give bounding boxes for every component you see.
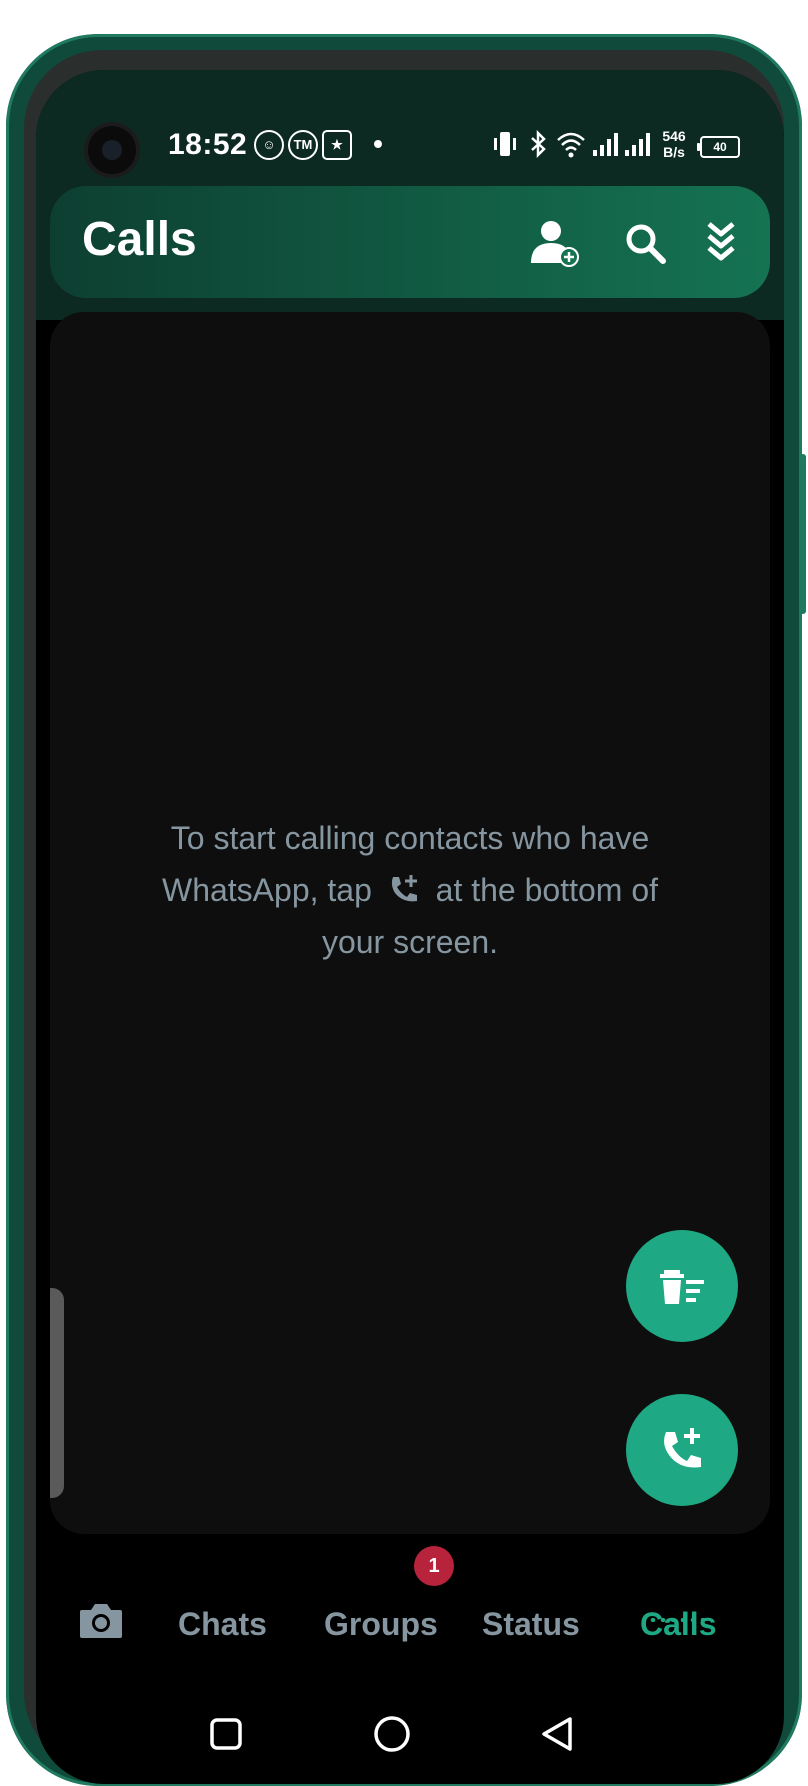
search-icon — [626, 224, 666, 264]
active-tab-indicator — [648, 1618, 708, 1622]
more-options-button[interactable] — [686, 208, 756, 278]
front-camera — [88, 126, 136, 174]
tab-status[interactable]: Status — [482, 1606, 580, 1643]
status-bar: 18:52 ☺ TM ★ 546 B/s 40 — [36, 70, 784, 174]
page-title: Calls — [82, 213, 197, 266]
camera-icon — [80, 1604, 122, 1638]
clear-call-log-button[interactable] — [626, 1230, 738, 1342]
groups-unread-badge: 1 — [414, 1546, 454, 1586]
camera-tab[interactable] — [78, 1600, 124, 1648]
signal-icon — [625, 133, 650, 156]
add-call-icon — [664, 1428, 701, 1468]
network-speed-value: 546 — [662, 128, 686, 144]
status-time: 18:52 — [168, 128, 248, 161]
new-call-button[interactable] — [626, 1394, 738, 1506]
star-app-icon: ★ — [322, 130, 352, 160]
tab-chats[interactable]: Chats — [178, 1606, 267, 1643]
tab-groups[interactable]: Groups — [324, 1606, 438, 1643]
system-navigation-bar — [36, 1684, 784, 1784]
bluetooth-icon — [531, 130, 546, 158]
delete-list-icon — [660, 1270, 704, 1304]
add-contact-button[interactable] — [520, 208, 590, 278]
empty-state-text-end: at the bottom of your screen. — [321, 872, 659, 960]
add-contact-icon — [531, 221, 579, 267]
home-button[interactable] — [372, 1714, 412, 1754]
phone-frame: 18:52 ☺ TM ★ 546 B/s 40 Calls To start c… — [6, 34, 806, 1786]
screen: 18:52 ☺ TM ★ 546 B/s 40 Calls To start c… — [36, 70, 784, 1784]
empty-state-message: To start calling contacts who have Whats… — [130, 812, 690, 968]
chevron-double-down-icon — [707, 222, 735, 261]
baby-face-icon: ☺ — [254, 130, 284, 160]
battery-indicator: 40 — [697, 136, 740, 158]
search-button[interactable] — [610, 208, 680, 278]
wifi-icon — [557, 132, 585, 158]
tab-calls[interactable]: Calls — [640, 1606, 716, 1643]
side-button — [800, 454, 806, 614]
more-notifications-dot — [374, 140, 382, 148]
vibrate-icon — [494, 132, 516, 156]
back-button[interactable] — [538, 1714, 578, 1754]
calls-list-area[interactable]: To start calling contacts who have Whats… — [50, 312, 770, 1534]
app-bar: Calls — [50, 186, 770, 298]
add-call-icon — [391, 875, 417, 902]
edge-panel-handle[interactable] — [50, 1288, 64, 1498]
bottom-navigation: Chats Groups Status Calls — [36, 1570, 784, 1680]
network-speed-unit: B/s — [663, 144, 685, 160]
tm-messenger-icon: TM — [288, 130, 318, 160]
network-speed: 546 B/s — [654, 128, 694, 160]
recents-button[interactable] — [206, 1714, 246, 1754]
signal-icon — [593, 133, 618, 156]
